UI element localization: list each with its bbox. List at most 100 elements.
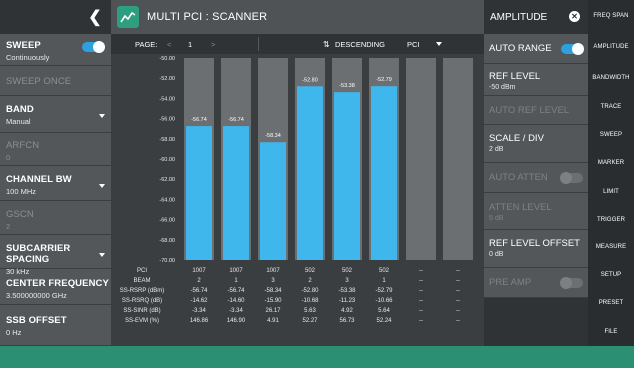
- table-cell: --: [419, 308, 423, 314]
- arfcn-value: 0: [6, 153, 11, 162]
- window-title: MULTI PCI : SCANNER: [147, 11, 268, 23]
- table-cell: 26.17: [265, 308, 281, 314]
- pre-amp-toggle[interactable]: [560, 277, 583, 289]
- atten-level-field[interactable]: ATTEN LEVEL 5 dB: [484, 193, 588, 230]
- menu-item-file[interactable]: FILE: [588, 318, 634, 346]
- y-tick-label: -70.00: [159, 258, 175, 264]
- table-cell: 5.63: [304, 308, 316, 314]
- band-label: BAND: [6, 104, 34, 115]
- bar-value-label: -52.80: [302, 77, 318, 83]
- page-bar: PAGE: < 1 > ⇅ DESCENDING PCI: [111, 34, 484, 54]
- bar-value-label: -53.38: [339, 83, 355, 89]
- rsrp-bar[interactable]: [371, 86, 397, 260]
- ref-level-value: -50 dBm: [489, 84, 516, 91]
- sweep-once-button[interactable]: SWEEP ONCE: [0, 66, 111, 96]
- y-tick-label: -66.00: [159, 218, 175, 224]
- back-button[interactable]: ❮: [86, 6, 104, 28]
- close-icon[interactable]: ✕: [569, 11, 580, 22]
- sort-icon: ⇅: [323, 39, 330, 49]
- ref-level-field[interactable]: REF LEVEL -50 dBm: [484, 64, 588, 96]
- sort-field-select[interactable]: PCI: [407, 40, 420, 49]
- rsrp-bar[interactable]: [260, 142, 286, 260]
- menu-item-bandwidth[interactable]: BANDWIDTH: [588, 64, 634, 92]
- channel-bw-select[interactable]: CHANNEL BW 100 MHz: [0, 166, 111, 201]
- sweep-toggle[interactable]: [82, 41, 105, 53]
- band-select[interactable]: BAND Manual: [0, 96, 111, 133]
- y-tick-label: -60.00: [159, 157, 175, 163]
- app-root: ❮ MULTI PCI : SCANNER SWEEP Continuously…: [0, 0, 634, 368]
- ref-level-offset-label: REF LEVEL OFFSET: [489, 238, 580, 249]
- gscn-field[interactable]: GSCN 2: [0, 201, 111, 235]
- table-cell: -52.79: [375, 288, 393, 294]
- rsrp-bar[interactable]: [223, 126, 249, 260]
- center-frequency-field[interactable]: CENTER FREQUENCY 3.500000000 GHz: [0, 269, 111, 305]
- table-row-label: BEAM: [133, 278, 151, 284]
- bar-value-label: -58.34: [265, 133, 281, 139]
- auto-ref-level-button[interactable]: AUTO REF LEVEL: [484, 96, 588, 125]
- menu-item-marker[interactable]: MARKER: [588, 149, 634, 177]
- menu-item-amplitude[interactable]: AMPLITUDE: [588, 33, 634, 61]
- chevron-left-icon: ❮: [88, 9, 102, 26]
- rsrp-bar[interactable]: [297, 86, 323, 260]
- menu-item-trigger[interactable]: TRIGGER: [588, 206, 634, 234]
- table-cell: -56.74: [227, 288, 245, 294]
- table-cell: 52.24: [376, 318, 392, 324]
- sort-order-label[interactable]: DESCENDING: [335, 40, 385, 49]
- chevron-down-icon: [99, 184, 105, 188]
- auto-atten-item[interactable]: AUTO ATTEN: [484, 163, 588, 193]
- table-cell: 3: [345, 278, 349, 284]
- table-cell: 2: [308, 278, 312, 284]
- menu-item-setup[interactable]: SETUP: [588, 261, 634, 289]
- table-cell: --: [456, 318, 460, 324]
- auto-ref-level-label: AUTO REF LEVEL: [489, 105, 570, 116]
- table-cell: -58.34: [264, 288, 282, 294]
- table-cell: 4.91: [267, 318, 279, 324]
- y-tick-label: -62.00: [159, 177, 175, 183]
- table-cell: 2: [197, 278, 201, 284]
- ssb-offset-label: SSB OFFSET: [6, 315, 67, 326]
- table-row: SS-SINR (dB) -3.34 -3.34 26.17 5.63 4.92 5.64 -…: [111, 308, 484, 318]
- sweep-item[interactable]: SWEEP Continuously: [0, 34, 111, 66]
- y-tick-label: -64.00: [159, 197, 175, 203]
- bar-value-label: -56.74: [191, 117, 207, 123]
- center-frequency-value: 3.500000000 GHz: [6, 291, 67, 300]
- menu-item-limit[interactable]: LIMIT: [588, 178, 634, 206]
- menu-item-measure[interactable]: MEASURE: [588, 233, 634, 261]
- scale-div-field[interactable]: SCALE / DIV 2 dB: [484, 125, 588, 163]
- auto-atten-toggle[interactable]: [560, 172, 583, 184]
- auto-range-toggle[interactable]: [561, 43, 584, 55]
- table-row-label: SS-SINR (dB): [123, 308, 161, 314]
- page-prev-button[interactable]: <: [167, 40, 171, 49]
- table-cell: 502: [304, 268, 315, 274]
- arfcn-label: ARFCN: [6, 140, 40, 151]
- amplitude-header: AMPLITUDE ✕: [484, 0, 588, 34]
- menu-item-trace[interactable]: TRACE: [588, 93, 634, 121]
- page-next-button[interactable]: >: [211, 40, 215, 49]
- rsrp-bar[interactable]: [186, 126, 212, 260]
- table-cell: -14.62: [190, 298, 208, 304]
- menu-item-preset[interactable]: PRESET: [588, 289, 634, 317]
- table-cell: -52.80: [301, 288, 319, 294]
- table-cell: --: [456, 298, 460, 304]
- table-cell: 1007: [229, 268, 243, 274]
- bar-column-background: [406, 58, 436, 260]
- arfcn-field[interactable]: ARFCN 0: [0, 133, 111, 166]
- table-cell: --: [456, 268, 460, 274]
- table-cell: 1: [234, 278, 238, 284]
- table-cell: 1007: [266, 268, 280, 274]
- pre-amp-item[interactable]: PRE AMP: [484, 268, 588, 298]
- table-cell: 4.92: [341, 308, 353, 314]
- subcarrier-spacing-select[interactable]: SUBCARRIER SPACING 30 kHz: [0, 235, 111, 276]
- ssb-offset-field[interactable]: SSB OFFSET 0 Hz: [0, 305, 111, 346]
- menu-item-sweep[interactable]: SWEEP: [588, 121, 634, 149]
- ref-level-offset-field[interactable]: REF LEVEL OFFSET 0 dB: [484, 230, 588, 268]
- atten-level-label: ATTEN LEVEL: [489, 202, 552, 213]
- sweep-value: Continuously: [6, 53, 50, 62]
- menu-item-freq-span[interactable]: FREQ SPAN: [588, 2, 634, 30]
- auto-range-item[interactable]: AUTO RANGE: [484, 34, 588, 64]
- rsrp-bar[interactable]: [334, 92, 360, 260]
- ref-level-label: REF LEVEL: [489, 71, 541, 82]
- table-cell: 1: [382, 278, 386, 284]
- table-row-label: SS-RSRQ (dB): [121, 298, 163, 304]
- bar-value-label: -56.74: [228, 117, 244, 123]
